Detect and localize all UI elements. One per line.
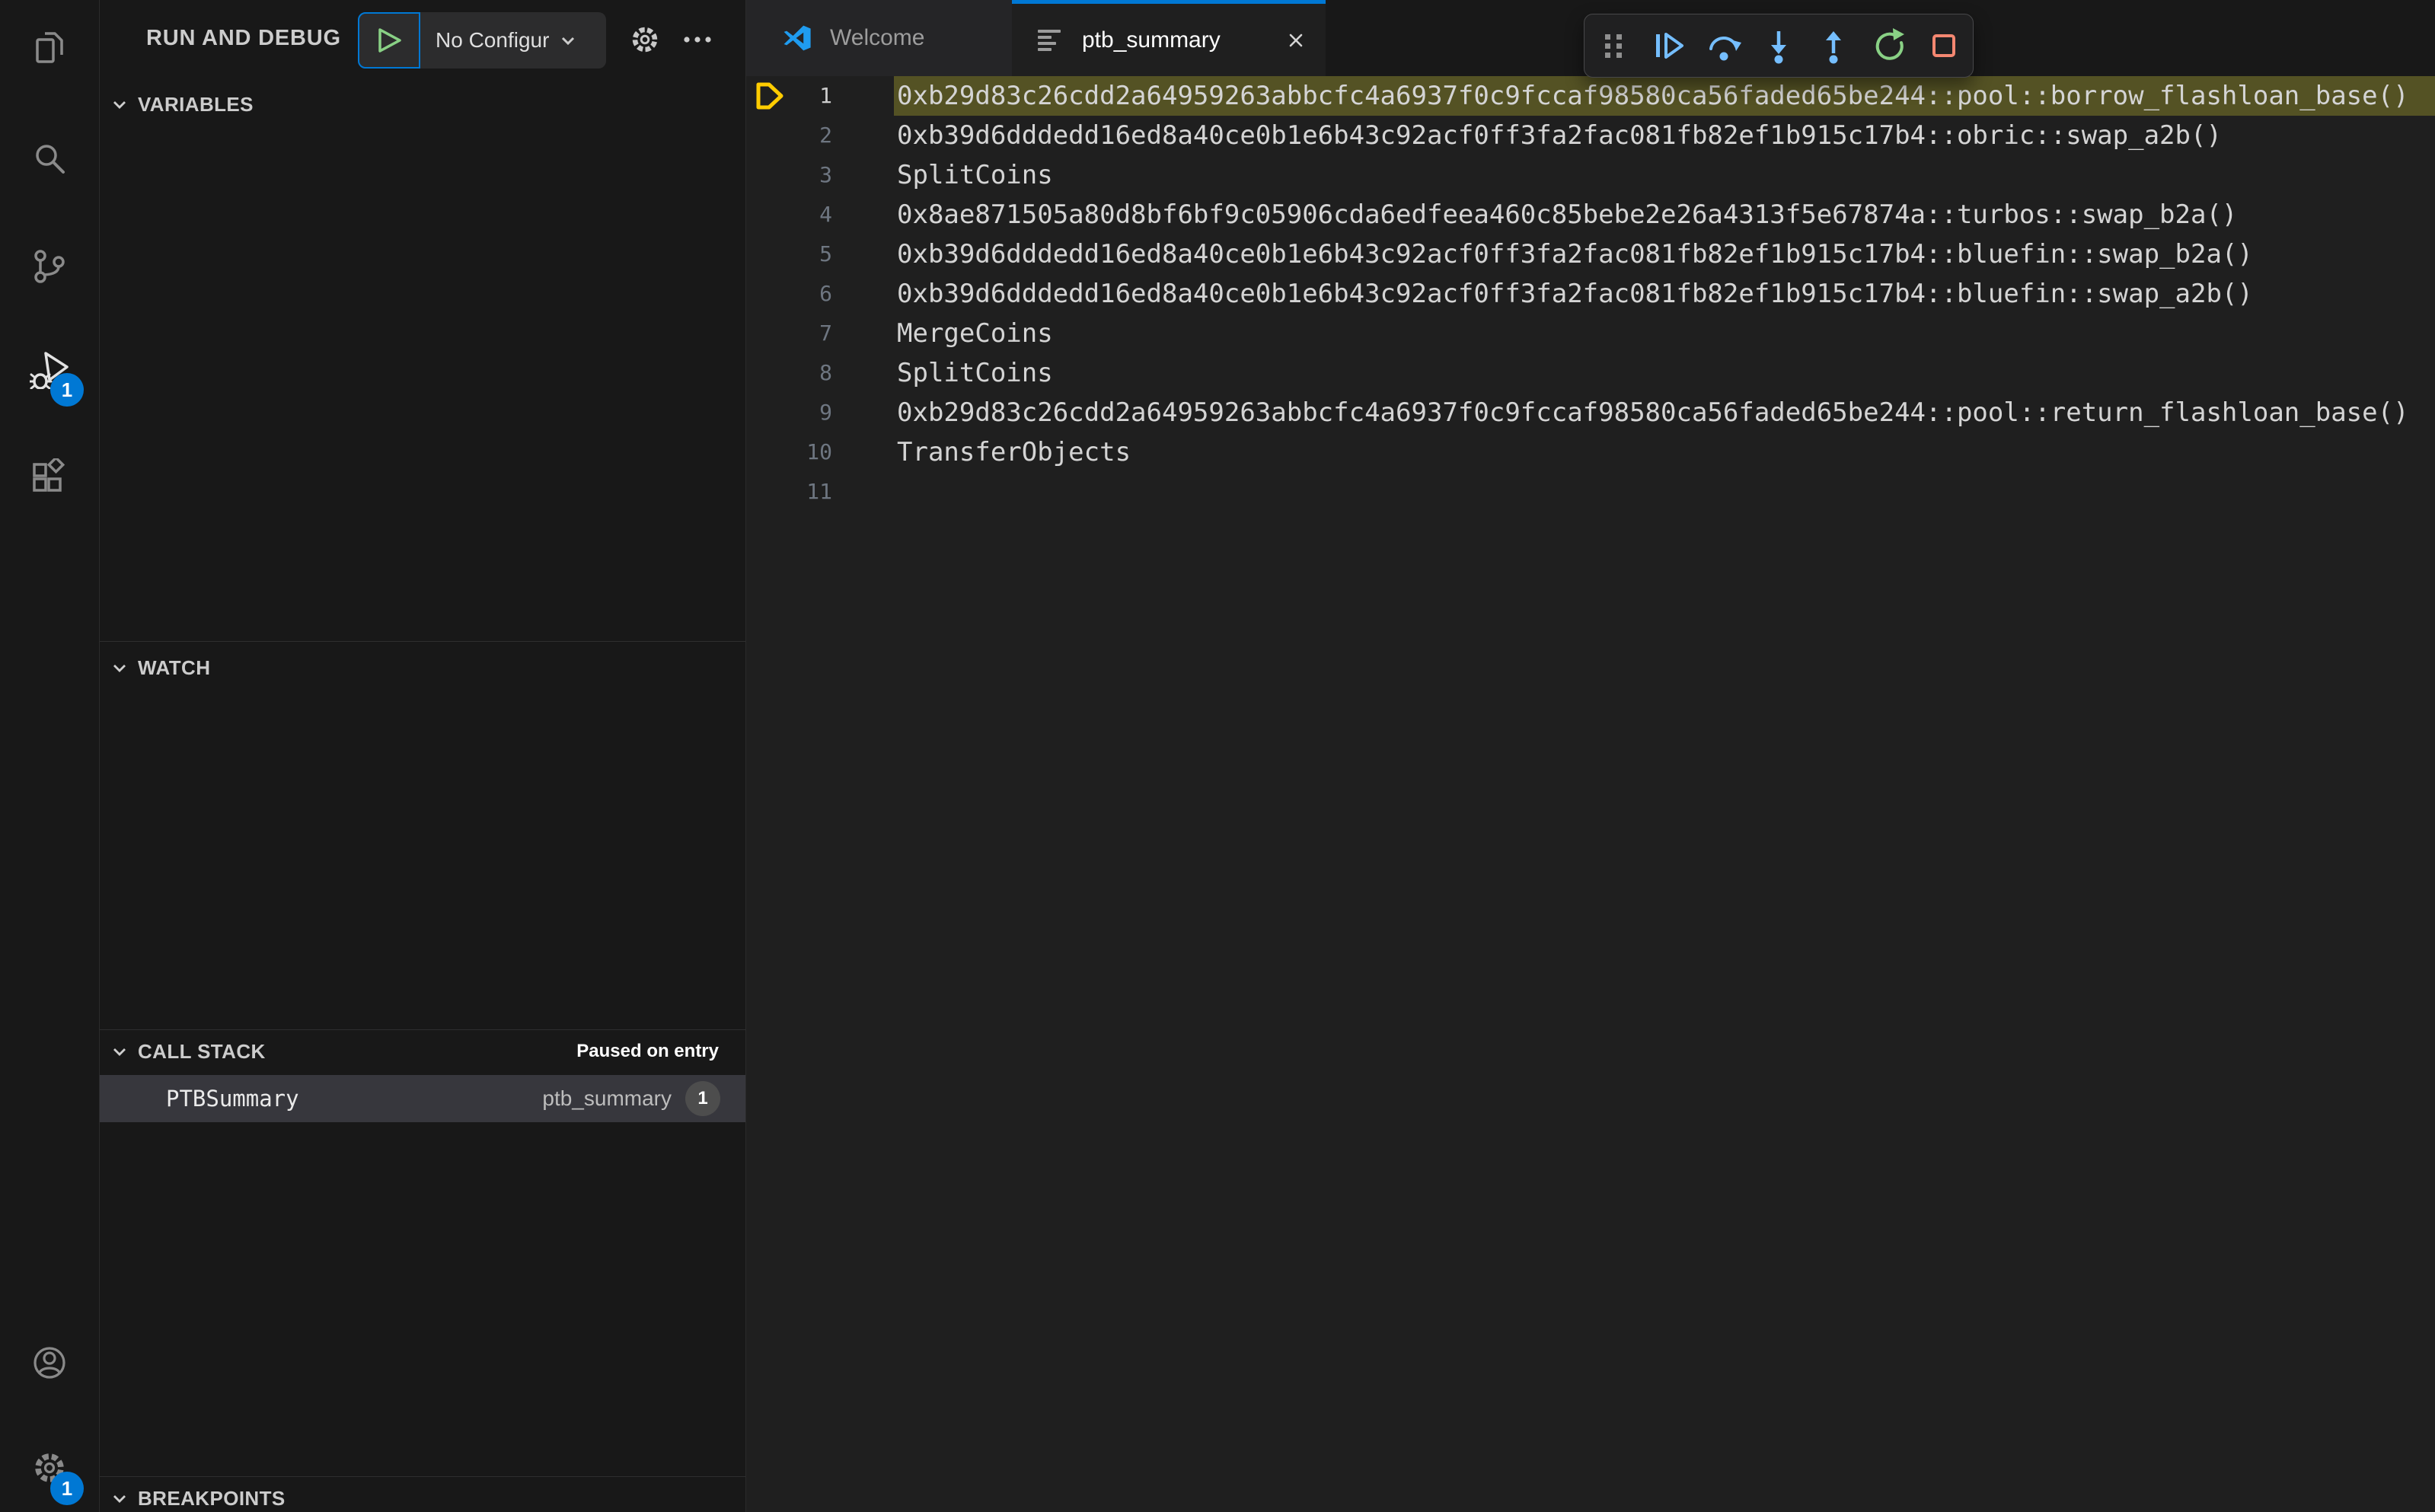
code-text: TransferObjects [897, 437, 1131, 467]
chevron-down-icon [109, 1041, 130, 1062]
code-line[interactable]: 4 0x8ae871505a80d8bf6bf9c05906cda6edfeea… [746, 195, 2435, 234]
section-divider [100, 641, 745, 642]
sidebar-title: RUN AND DEBUG [146, 26, 341, 50]
code-text: 0xb29d83c26cdd2a64959263abbcfc4a6937f0c9… [897, 81, 2409, 111]
tab-label: ptb_summary [1082, 27, 1221, 53]
search-icon[interactable] [30, 140, 69, 180]
chevron-down-icon [109, 657, 130, 678]
code-line[interactable]: 6 0xb39d6dddedd16ed8a40ce0b1e6b43c92acf0… [746, 274, 2435, 314]
drag-handle-icon[interactable] [1595, 27, 1632, 64]
section-watch[interactable]: WATCH [100, 649, 745, 687]
run-and-debug-sidebar: RUN AND DEBUG No Configur VARIABLES WATC… [100, 0, 746, 1512]
settings-badge: 1 [50, 1472, 84, 1505]
line-number: 6 [819, 281, 832, 306]
tab-label: Welcome [830, 25, 925, 50]
stop-icon[interactable] [1926, 27, 1962, 64]
tab-welcome[interactable]: Welcome [746, 0, 1012, 76]
step-over-icon[interactable] [1706, 27, 1742, 64]
call-stack-frame-row[interactable]: PTBSummary ptb_summary 1 [100, 1075, 745, 1122]
explorer-icon[interactable] [30, 27, 69, 67]
code-line[interactable]: 10 TransferObjects [746, 432, 2435, 472]
account-icon[interactable] [30, 1343, 69, 1383]
code-text: 0xb39d6dddedd16ed8a40ce0b1e6b43c92acf0ff… [897, 239, 2253, 270]
editor-group: Welcome ptb_summary 1 0xb29d83c26cdd2a64… [746, 0, 2435, 1512]
code-line[interactable]: 11 [746, 472, 2435, 512]
code-text: 0xb39d6dddedd16ed8a40ce0b1e6b43c92acf0ff… [897, 120, 2222, 151]
chevron-down-icon [557, 29, 579, 52]
step-out-icon[interactable] [1815, 27, 1852, 64]
section-label: BREAKPOINTS [138, 1486, 286, 1510]
section-call-stack[interactable]: CALL STACK Paused on entry [100, 1032, 745, 1070]
chevron-down-icon [109, 1488, 130, 1509]
config-dropdown-label: No Configur [436, 28, 550, 52]
code-line[interactable]: 1 0xb29d83c26cdd2a64959263abbcfc4a6937f0… [746, 76, 2435, 116]
frame-file: ptb_summary [542, 1086, 672, 1110]
frame-line-badge: 1 [685, 1081, 720, 1116]
line-number: 10 [806, 439, 832, 464]
line-number: 11 [806, 479, 832, 504]
line-number: 4 [819, 202, 832, 227]
restart-icon[interactable] [1871, 27, 1907, 64]
line-number: 1 [819, 83, 832, 108]
code-text: 0xb29d83c26cdd2a64959263abbcfc4a6937f0c9… [897, 397, 2409, 428]
section-divider [100, 1476, 745, 1477]
code-text: MergeCoins [897, 318, 1053, 349]
file-lines-icon [1035, 25, 1065, 56]
line-number: 3 [819, 162, 832, 187]
line-number: 7 [819, 321, 832, 346]
tab-ptb-summary[interactable]: ptb_summary [1012, 0, 1326, 76]
code-text: SplitCoins [897, 358, 1053, 388]
extensions-icon[interactable] [30, 458, 69, 498]
code-editor[interactable]: 1 0xb29d83c26cdd2a64959263abbcfc4a6937f0… [746, 76, 2435, 1512]
code-text: 0x8ae871505a80d8bf6bf9c05906cda6edfeea46… [897, 199, 2238, 230]
line-number: 2 [819, 123, 832, 148]
line-number: 8 [819, 360, 832, 385]
section-divider [100, 1029, 745, 1030]
section-variables[interactable]: VARIABLES [100, 85, 745, 123]
step-into-icon[interactable] [1760, 27, 1797, 64]
chevron-down-icon [109, 94, 130, 115]
code-line[interactable]: 9 0xb29d83c26cdd2a64959263abbcfc4a6937f0… [746, 393, 2435, 432]
code-line[interactable]: 8 SplitCoins [746, 353, 2435, 393]
code-line[interactable]: 7 MergeCoins [746, 314, 2435, 353]
section-label: WATCH [138, 656, 211, 679]
section-breakpoints[interactable]: BREAKPOINTS [100, 1479, 745, 1512]
code-text: 0xb39d6dddedd16ed8a40ce0b1e6b43c92acf0ff… [897, 279, 2253, 309]
close-icon[interactable] [1283, 27, 1309, 53]
line-number: 5 [819, 241, 832, 266]
vscode-logo-icon [781, 23, 812, 53]
frame-name: PTBSummary [166, 1086, 299, 1112]
call-stack-status: Paused on entry [576, 1041, 719, 1061]
section-label: CALL STACK [138, 1039, 266, 1063]
activity-bar: 1 1 [0, 0, 100, 1512]
debug-settings-gear-icon[interactable] [627, 22, 662, 57]
more-actions-icon[interactable] [680, 22, 715, 57]
vscode-window: 1 1 RUN AND DEBUG No Configur VARIABLES … [0, 0, 2435, 1512]
code-line[interactable]: 2 0xb39d6dddedd16ed8a40ce0b1e6b43c92acf0… [746, 116, 2435, 155]
code-text: SplitCoins [897, 160, 1053, 190]
start-debug-button[interactable] [358, 12, 420, 69]
line-number: 9 [819, 400, 832, 425]
code-line[interactable]: 3 SplitCoins [746, 155, 2435, 195]
debug-config-dropdown[interactable]: No Configur [358, 12, 606, 69]
source-control-icon[interactable] [30, 247, 69, 286]
code-line[interactable]: 5 0xb39d6dddedd16ed8a40ce0b1e6b43c92acf0… [746, 234, 2435, 274]
play-icon [378, 28, 401, 53]
continue-icon[interactable] [1650, 27, 1687, 64]
section-label: VARIABLES [138, 92, 254, 116]
debug-toolbar [1584, 14, 1974, 78]
debug-badge: 1 [50, 373, 84, 407]
